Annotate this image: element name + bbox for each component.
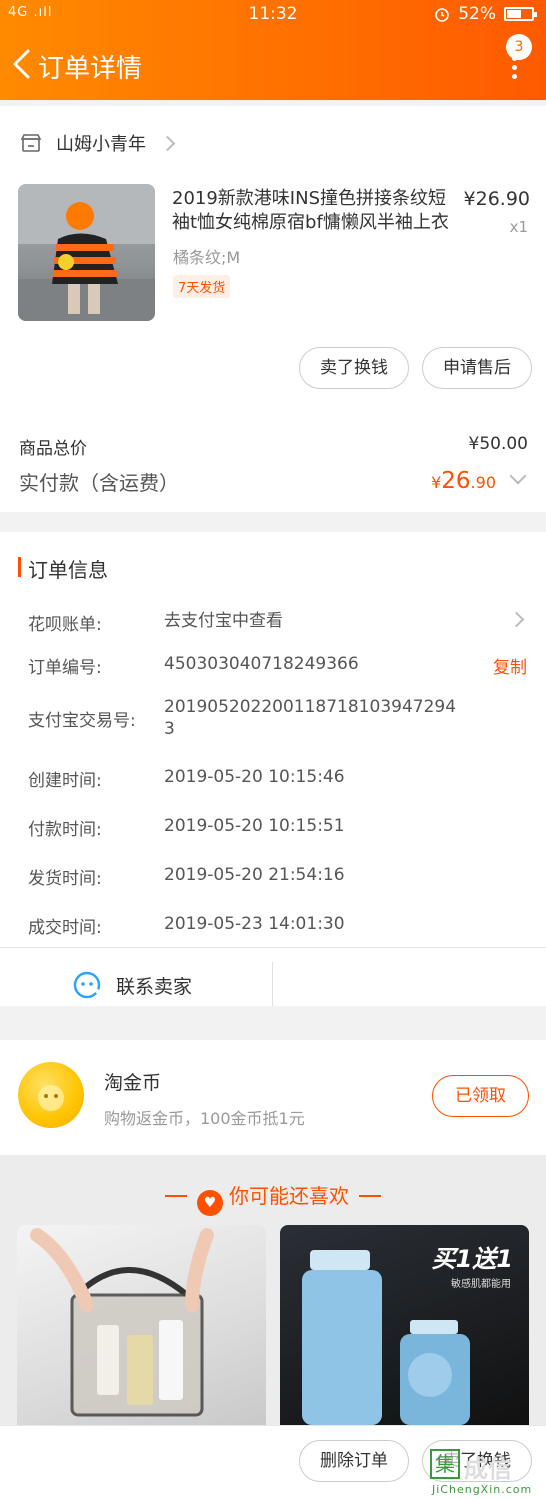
status-right: 52% (434, 4, 537, 24)
watermark-name: 成信 (464, 1455, 512, 1483)
info-value: 去支付宝中查看 (164, 611, 283, 631)
chat-smiley-icon (73, 971, 102, 999)
product-photo (18, 184, 155, 321)
delete-order-button[interactable]: 删除订单 (299, 1440, 409, 1482)
info-value: 2019-05-20 10:15:46 (164, 767, 345, 787)
copy-button[interactable]: 复制 (493, 653, 527, 678)
back-arrow-icon[interactable] (10, 48, 32, 80)
paid-currency: ¥ (431, 473, 442, 492)
info-key: 成交时间: (28, 918, 102, 938)
info-key: 发货时间: (28, 869, 102, 889)
chevron-right-icon (159, 135, 176, 151)
product-price: ¥26.90 (463, 188, 530, 210)
shop-name: 山姆小青年 (56, 134, 146, 155)
product-image[interactable] (18, 184, 155, 321)
info-key: 订单编号: (28, 658, 102, 678)
watermark-char: 集 (430, 1449, 460, 1479)
shipping-tag: 7天发货 (173, 275, 231, 298)
product-photo (30, 1228, 214, 1417)
watermark-logo: 集 成信 JiChengXin.com (428, 1447, 540, 1497)
promo-sublabel: 敏感肌都能用 (451, 1279, 511, 1290)
contact-seller-label: 联系卖家 (116, 975, 193, 998)
shop-row[interactable]: 山姆小青年 (20, 128, 176, 158)
battery-icon (504, 7, 537, 21)
section-accent-bar (18, 557, 21, 577)
info-key: 创建时间: (28, 771, 102, 791)
recommend-item-bag[interactable] (17, 1225, 266, 1425)
info-value: 2019-05-23 14:01:30 (164, 914, 345, 934)
paid-integer: 26 (441, 468, 471, 494)
divider (0, 947, 546, 948)
heart-icon: ♥ (197, 1190, 223, 1216)
info-value: 450303040718249366 (164, 654, 359, 674)
battery-percent: 52% (458, 4, 496, 24)
product-title[interactable]: 2019新款港味INS撞色拼接条纹短袖t恤女纯棉原宿bf慵懒风半袖上衣 (172, 187, 452, 235)
recommend-item-lotion[interactable]: 买1送1 敏感肌都能用 (280, 1225, 529, 1425)
promo-label: 买1送1 (431, 1245, 513, 1273)
header: 4G .ıll 11:32 52% 订单详情 3 (0, 0, 546, 100)
gold-coin-icon (18, 1062, 84, 1128)
coin-face (38, 1085, 64, 1111)
page-title: 订单详情 (38, 54, 143, 84)
order-info-title: 订单信息 (28, 558, 108, 582)
info-key: 付款时间: (28, 820, 102, 840)
total-price-label: 商品总价 (19, 439, 87, 459)
paid-amount-value: ¥26.90 (431, 468, 496, 494)
coins-title: 淘金币 (104, 1072, 162, 1094)
after-sale-button[interactable]: 申请售后 (422, 347, 532, 389)
message-badge: 3 (506, 34, 532, 60)
info-key: 花呗账单: (28, 615, 102, 635)
dash-decoration (359, 1195, 381, 1197)
dash-decoration (165, 1195, 187, 1197)
recommend-title: 你可能还喜欢 (229, 1184, 349, 1208)
info-value: 2019052022001187181039472943 (164, 697, 457, 739)
info-value: 2019-05-20 10:15:51 (164, 816, 345, 836)
coins-subtitle: 购物返金币，100金币抵1元 (104, 1109, 305, 1128)
info-key: 支付宝交易号: (28, 711, 136, 731)
divider-vertical (272, 962, 273, 1006)
contact-seller-button[interactable]: 联系卖家 (72, 970, 192, 1000)
alarm-icon (435, 8, 450, 22)
paid-decimal: .90 (470, 473, 496, 492)
sell-button[interactable]: 卖了换钱 (299, 347, 409, 389)
claimed-button[interactable]: 已领取 (432, 1075, 529, 1117)
paid-amount-label: 实付款（含运费） (19, 471, 179, 495)
info-value: 2019-05-20 21:54:16 (164, 865, 345, 885)
total-price-value: ¥50.00 (468, 434, 528, 454)
watermark-url: JiChengXin.com (432, 1483, 533, 1496)
shop-icon (20, 134, 42, 152)
product-quantity: x1 (509, 218, 528, 236)
status-bar: 4G .ıll 11:32 52% (0, 0, 546, 30)
nav-bar: 订单详情 3 (0, 34, 546, 94)
recommend-header: ♥ 你可能还喜欢 (0, 1180, 546, 1216)
product-spec: 橘条纹;M (173, 248, 241, 267)
